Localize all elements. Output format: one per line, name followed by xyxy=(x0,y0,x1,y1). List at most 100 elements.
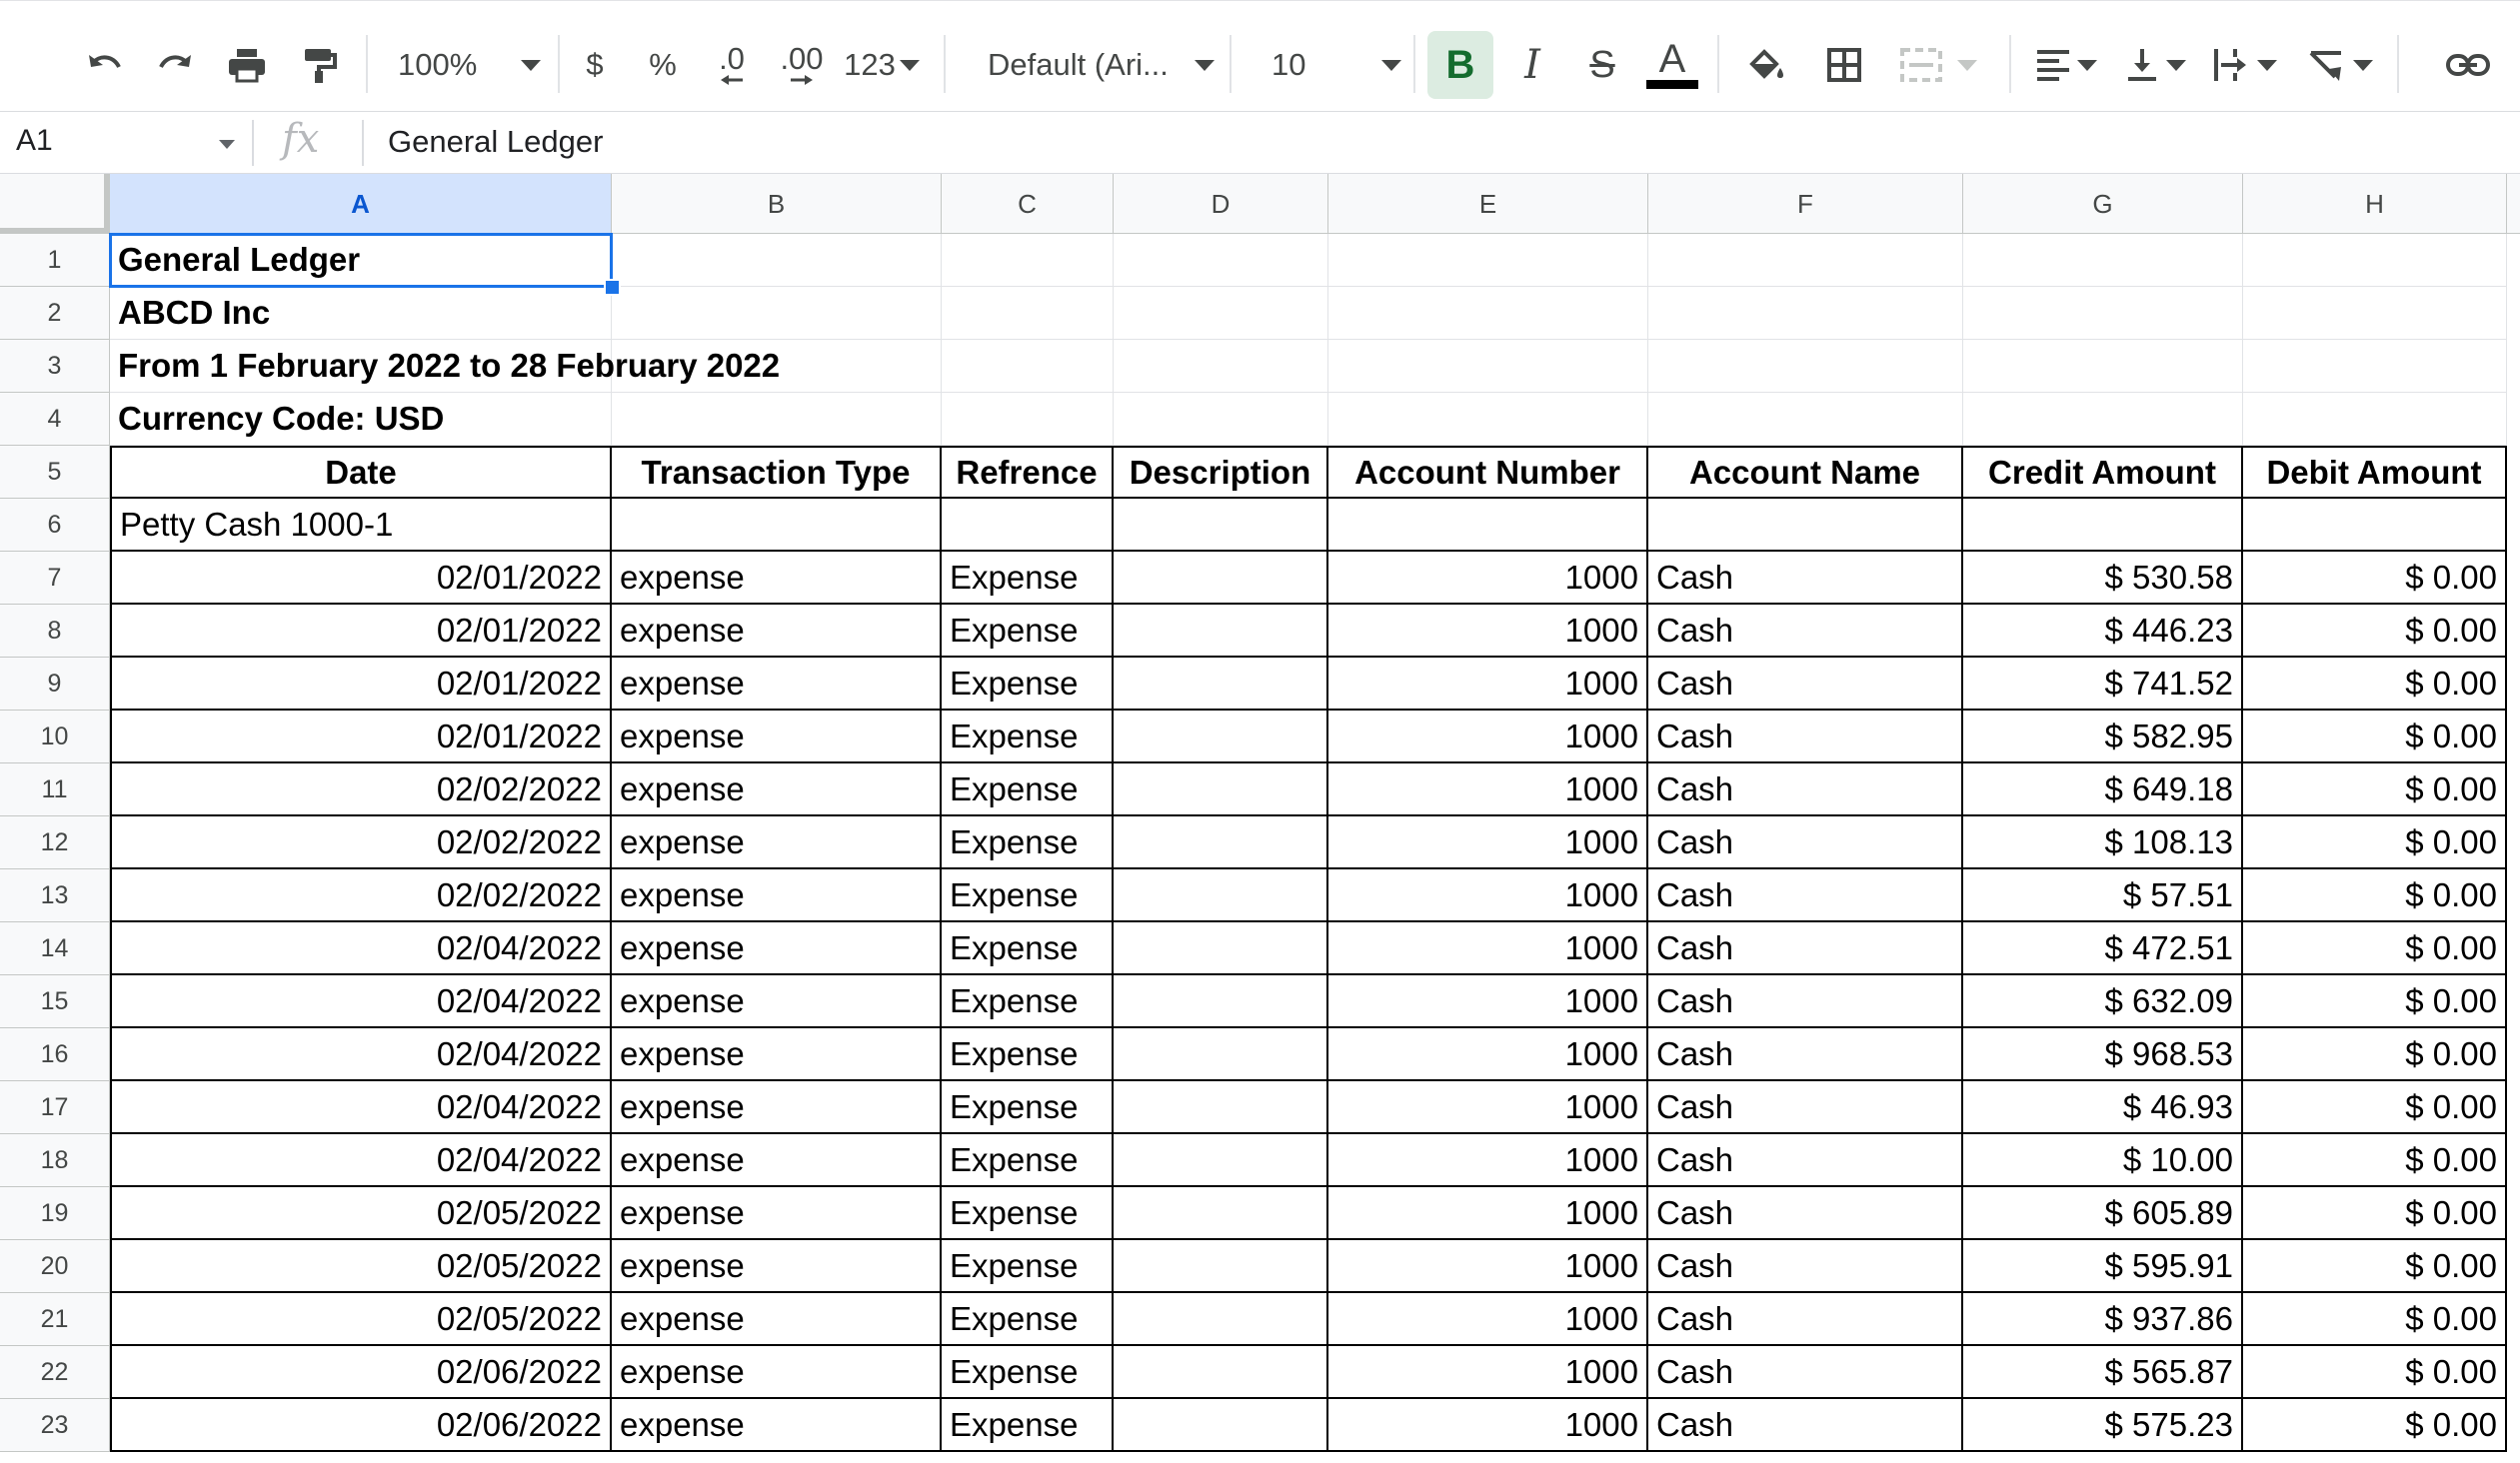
cell-e17[interactable]: 1000 xyxy=(1328,1081,1648,1134)
cell-g6[interactable] xyxy=(1963,499,2243,552)
cell-e1[interactable] xyxy=(1328,234,1648,287)
cell-g13[interactable]: $ 57.51 xyxy=(1963,869,2243,922)
cell-g10[interactable]: $ 582.95 xyxy=(1963,711,2243,763)
cell-a6[interactable]: Petty Cash 1000-1 xyxy=(110,499,612,552)
print-icon[interactable] xyxy=(214,31,280,99)
cell-a13[interactable]: 02/02/2022 xyxy=(110,869,612,922)
row-header[interactable]: 18 xyxy=(0,1134,110,1187)
cell-d18[interactable] xyxy=(1114,1134,1328,1187)
cell-f23[interactable]: Cash xyxy=(1648,1399,1963,1452)
currency-format-button[interactable]: $ xyxy=(570,31,620,99)
cell-f18[interactable]: Cash xyxy=(1648,1134,1963,1187)
cell-f7[interactable]: Cash xyxy=(1648,552,1963,605)
cell-d5[interactable]: Description xyxy=(1114,446,1328,499)
font-size-select[interactable]: 10 xyxy=(1244,31,1402,99)
cell-a22[interactable]: 02/06/2022 xyxy=(110,1346,612,1399)
cell-h2[interactable] xyxy=(2243,287,2507,340)
cell-e9[interactable]: 1000 xyxy=(1328,658,1648,711)
cell-b12[interactable]: expense xyxy=(612,816,942,869)
horizontal-align-button[interactable] xyxy=(2025,31,2107,99)
increase-decimal-button[interactable]: .00 xyxy=(772,31,832,99)
bold-button[interactable]: B xyxy=(1427,31,1493,99)
cell-b21[interactable]: expense xyxy=(612,1293,942,1346)
row-header[interactable]: 10 xyxy=(0,711,110,763)
cell-e23[interactable]: 1000 xyxy=(1328,1399,1648,1452)
cell-h13[interactable]: $ 0.00 xyxy=(2243,869,2507,922)
cell-h17[interactable]: $ 0.00 xyxy=(2243,1081,2507,1134)
cell-d17[interactable] xyxy=(1114,1081,1328,1134)
cell-c7[interactable]: Expense xyxy=(942,552,1114,605)
spreadsheet-grid[interactable]: ABCDEFGH 1 General Ledger 2 ABCD Inc 3 From 1… xyxy=(0,174,2520,1463)
cell-f17[interactable]: Cash xyxy=(1648,1081,1963,1134)
cell-b4[interactable] xyxy=(612,393,942,446)
cell-a8[interactable]: 02/01/2022 xyxy=(110,605,612,658)
cell-e19[interactable]: 1000 xyxy=(1328,1187,1648,1240)
cell-h16[interactable]: $ 0.00 xyxy=(2243,1028,2507,1081)
cell-h9[interactable]: $ 0.00 xyxy=(2243,658,2507,711)
cell-a1[interactable]: General Ledger xyxy=(110,234,612,287)
select-all-corner[interactable] xyxy=(0,174,110,234)
cell-f4[interactable] xyxy=(1648,393,1963,446)
cell-f1[interactable] xyxy=(1648,234,1963,287)
undo-icon[interactable] xyxy=(72,31,138,99)
cell-c10[interactable]: Expense xyxy=(942,711,1114,763)
cell-a21[interactable]: 02/05/2022 xyxy=(110,1293,612,1346)
vertical-align-button[interactable] xyxy=(2113,31,2197,99)
row-header[interactable]: 8 xyxy=(0,605,110,658)
cell-d9[interactable] xyxy=(1114,658,1328,711)
cell-b2[interactable] xyxy=(612,287,942,340)
cell-b8[interactable]: expense xyxy=(612,605,942,658)
cell-f13[interactable]: Cash xyxy=(1648,869,1963,922)
column-header-c[interactable]: C xyxy=(942,174,1114,234)
cell-d16[interactable] xyxy=(1114,1028,1328,1081)
cell-c16[interactable]: Expense xyxy=(942,1028,1114,1081)
merge-cells-button[interactable] xyxy=(1883,31,1993,99)
row-header[interactable]: 11 xyxy=(0,763,110,816)
cell-d14[interactable] xyxy=(1114,922,1328,975)
column-header-d[interactable]: D xyxy=(1114,174,1328,234)
cell-c21[interactable]: Expense xyxy=(942,1293,1114,1346)
cell-c23[interactable]: Expense xyxy=(942,1399,1114,1452)
cell-e4[interactable] xyxy=(1328,393,1648,446)
cell-d11[interactable] xyxy=(1114,763,1328,816)
row-header[interactable]: 6 xyxy=(0,499,110,552)
cell-g2[interactable] xyxy=(1963,287,2243,340)
percent-format-button[interactable]: % xyxy=(638,31,688,99)
cell-g1[interactable] xyxy=(1963,234,2243,287)
cell-a9[interactable]: 02/01/2022 xyxy=(110,658,612,711)
cell-c13[interactable]: Expense xyxy=(942,869,1114,922)
cell-a20[interactable]: 02/05/2022 xyxy=(110,1240,612,1293)
cell-d15[interactable] xyxy=(1114,975,1328,1028)
cell-g9[interactable]: $ 741.52 xyxy=(1963,658,2243,711)
cell-h11[interactable]: $ 0.00 xyxy=(2243,763,2507,816)
cell-g14[interactable]: $ 472.51 xyxy=(1963,922,2243,975)
cell-f2[interactable] xyxy=(1648,287,1963,340)
cell-f10[interactable]: Cash xyxy=(1648,711,1963,763)
cell-f21[interactable]: Cash xyxy=(1648,1293,1963,1346)
cell-e21[interactable]: 1000 xyxy=(1328,1293,1648,1346)
cell-b5[interactable]: Transaction Type xyxy=(612,446,942,499)
column-header-f[interactable]: F xyxy=(1648,174,1963,234)
cell-h23[interactable]: $ 0.00 xyxy=(2243,1399,2507,1452)
row-header[interactable]: 22 xyxy=(0,1346,110,1399)
row-header[interactable]: 9 xyxy=(0,658,110,711)
cell-d6[interactable] xyxy=(1114,499,1328,552)
cell-c14[interactable]: Expense xyxy=(942,922,1114,975)
strikethrough-button[interactable]: S xyxy=(1569,31,1635,99)
cell-f5[interactable]: Account Name xyxy=(1648,446,1963,499)
cell-d10[interactable] xyxy=(1114,711,1328,763)
cell-d12[interactable] xyxy=(1114,816,1328,869)
cell-a10[interactable]: 02/01/2022 xyxy=(110,711,612,763)
cell-d3[interactable] xyxy=(1114,340,1328,393)
cell-e6[interactable] xyxy=(1328,499,1648,552)
cell-f15[interactable]: Cash xyxy=(1648,975,1963,1028)
cell-e3[interactable] xyxy=(1328,340,1648,393)
cell-c18[interactable]: Expense xyxy=(942,1134,1114,1187)
text-color-button[interactable]: A xyxy=(1639,31,1705,99)
cell-e5[interactable]: Account Number xyxy=(1328,446,1648,499)
cell-h18[interactable]: $ 0.00 xyxy=(2243,1134,2507,1187)
cell-b15[interactable]: expense xyxy=(612,975,942,1028)
cell-a19[interactable]: 02/05/2022 xyxy=(110,1187,612,1240)
cell-g15[interactable]: $ 632.09 xyxy=(1963,975,2243,1028)
cell-c11[interactable]: Expense xyxy=(942,763,1114,816)
